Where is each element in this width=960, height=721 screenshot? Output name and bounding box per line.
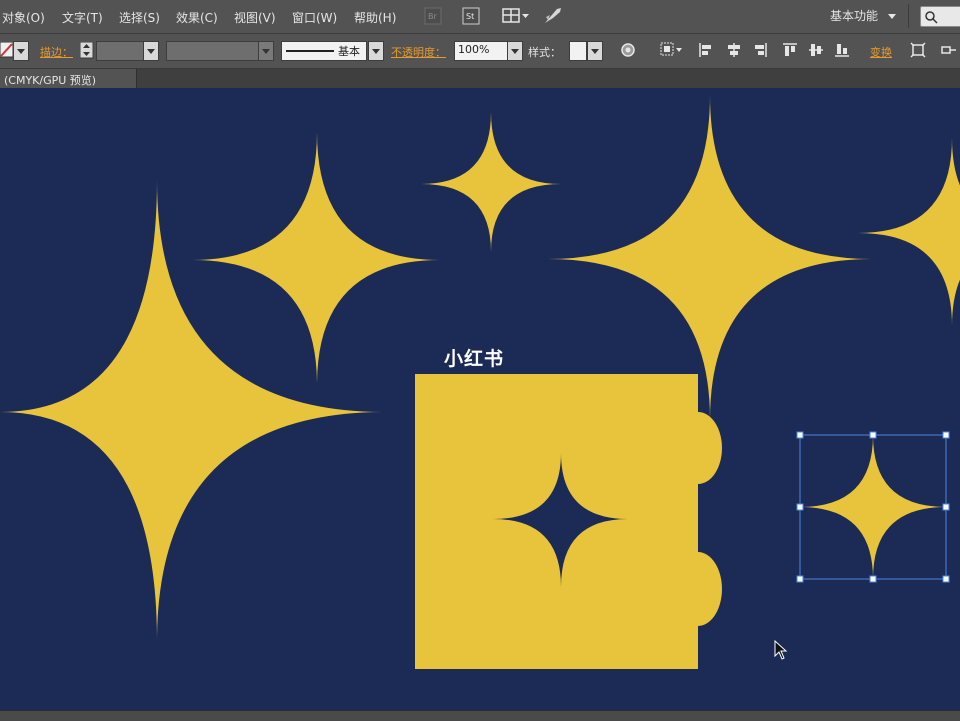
svg-text:Br: Br: [428, 12, 437, 21]
svg-text:St: St: [466, 12, 474, 21]
document-tab[interactable]: (CMYK/GPU 预览): [0, 69, 137, 88]
mouse-cursor-icon: [774, 639, 788, 660]
stroke-color-swatch[interactable]: [0, 42, 14, 58]
artboard-canvas[interactable]: 小红书: [0, 88, 960, 710]
selection-handle[interactable]: [796, 431, 804, 439]
opacity-field[interactable]: 100%: [454, 41, 508, 61]
variable-width-field[interactable]: [166, 41, 260, 61]
opacity-slider-button[interactable]: [507, 41, 523, 61]
workspace-chevron-icon[interactable]: [888, 14, 896, 20]
sparkle-shape-edge[interactable]: [858, 138, 960, 326]
document-tab-label: (CMYK/GPU 预览): [4, 74, 97, 87]
variable-width-dropdown[interactable]: [258, 41, 274, 61]
artboard-name-label: 小红书: [444, 348, 505, 370]
bridge-icon[interactable]: Br: [424, 7, 442, 25]
graphic-style-swatch[interactable]: [569, 41, 587, 61]
align-top-icon[interactable]: [782, 42, 798, 58]
menu-view[interactable]: 视图(V): [234, 9, 276, 26]
align-bottom-icon[interactable]: [834, 42, 850, 58]
opacity-label[interactable]: 不透明度：: [391, 44, 446, 60]
workspace-switcher[interactable]: 基本功能: [830, 7, 878, 24]
menu-object[interactable]: 对象(O): [2, 9, 45, 26]
align-right-icon[interactable]: [752, 42, 768, 58]
opacity-value: 100%: [458, 43, 490, 56]
panel-menu-icon[interactable]: [940, 42, 956, 58]
stroke-label[interactable]: 描边：: [40, 44, 73, 60]
align-to-selection-icon[interactable]: [660, 42, 684, 58]
graphic-style-dropdown[interactable]: [587, 41, 603, 61]
recolor-artwork-icon[interactable]: [620, 42, 636, 58]
stroke-weight-field[interactable]: [96, 41, 144, 61]
arrange-documents-icon[interactable]: [502, 7, 530, 25]
menu-type[interactable]: 文字(T): [62, 9, 103, 26]
style-label: 样式：: [528, 46, 561, 59]
align-vertical-center-icon[interactable]: [808, 42, 824, 58]
transform-label[interactable]: 变换: [870, 44, 892, 60]
menu-effect[interactable]: 效果(C): [176, 9, 218, 26]
selected-sparkle-shape[interactable]: [800, 435, 946, 579]
align-horizontal-center-icon[interactable]: [726, 42, 742, 58]
document-tab-bar: (CMYK/GPU 预览): [0, 69, 960, 88]
stroke-weight-dropdown[interactable]: [143, 41, 159, 61]
selection-handle[interactable]: [796, 575, 804, 583]
align-left-icon[interactable]: [698, 42, 714, 58]
status-bar: [0, 710, 960, 721]
control-bar: 描边： 基本 不透明度： 100% 样式： 变换: [0, 34, 960, 69]
rocket-icon[interactable]: [543, 7, 563, 25]
menu-window[interactable]: 窗口(W): [292, 9, 337, 26]
selection-handle[interactable]: [869, 431, 877, 439]
selection-handle[interactable]: [942, 503, 950, 511]
brush-definition-field[interactable]: 基本: [281, 41, 367, 61]
square-with-sparkle-cutout[interactable]: [415, 374, 722, 669]
sparkle-shape-thin[interactable]: [548, 95, 872, 420]
menu-divider: [908, 4, 909, 28]
selection-handle[interactable]: [796, 503, 804, 511]
menu-help[interactable]: 帮助(H): [354, 9, 396, 26]
selection-handle[interactable]: [942, 431, 950, 439]
selection-handle[interactable]: [942, 575, 950, 583]
sparkle-shape-medium[interactable]: [192, 132, 440, 385]
search-input[interactable]: [920, 6, 960, 27]
stroke-color-dropdown[interactable]: [13, 41, 29, 61]
stroke-weight-stepper-icon[interactable]: [80, 42, 94, 59]
brush-definition-dropdown[interactable]: [368, 41, 384, 61]
selection-handle[interactable]: [869, 575, 877, 583]
menu-bar: 对象(O) 文字(T) 选择(S) 效果(C) 视图(V) 窗口(W) 帮助(H…: [0, 0, 960, 34]
search-icon: [925, 11, 938, 24]
stock-icon[interactable]: St: [462, 7, 480, 25]
sparkle-shape-small[interactable]: [421, 112, 561, 252]
artwork-layer: [0, 95, 960, 669]
stroke-style-value: 基本: [338, 45, 360, 58]
menu-select[interactable]: 选择(S): [119, 9, 160, 26]
stroke-line-preview-icon: [286, 50, 334, 52]
isolate-selection-icon[interactable]: [910, 42, 926, 58]
